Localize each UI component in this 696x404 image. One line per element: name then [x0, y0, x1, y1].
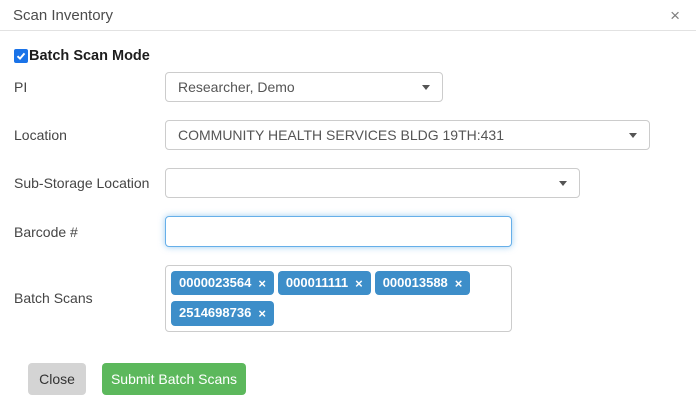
page-title: Scan Inventory	[13, 7, 113, 24]
tag-value: 2514698736	[179, 305, 251, 321]
batch-scan-tag: 000011111 ×	[278, 271, 371, 295]
chevron-down-icon	[422, 85, 430, 90]
remove-tag-icon[interactable]: ×	[258, 277, 266, 290]
sub-storage-label: Sub-Storage Location	[14, 175, 165, 191]
tag-value: 000011111	[286, 275, 348, 291]
submit-batch-scans-button[interactable]: Submit Batch Scans	[102, 363, 246, 395]
barcode-label: Barcode #	[14, 224, 165, 240]
batch-scan-mode-label[interactable]: Batch Scan Mode	[29, 48, 150, 64]
pi-select-value: Researcher, Demo	[178, 79, 295, 95]
batch-scans-row: Batch Scans 0000023564 × 000011111 × 000…	[14, 265, 682, 332]
batch-scan-mode-checkbox[interactable]	[14, 49, 28, 63]
barcode-row: Barcode #	[14, 216, 682, 247]
barcode-input[interactable]	[165, 216, 512, 247]
batch-scan-tag: 0000023564 ×	[171, 271, 274, 295]
chevron-down-icon	[629, 133, 637, 138]
close-icon[interactable]: ×	[670, 7, 680, 24]
dialog-body: Batch Scan Mode PI Researcher, Demo Loca…	[0, 31, 696, 395]
close-button[interactable]: Close	[28, 363, 86, 395]
chevron-down-icon	[559, 181, 567, 186]
sub-storage-select[interactable]	[165, 168, 580, 198]
remove-tag-icon[interactable]: ×	[258, 307, 266, 320]
checkmark-icon	[16, 51, 26, 61]
location-row: Location COMMUNITY HEALTH SERVICES BLDG …	[14, 120, 682, 150]
remove-tag-icon[interactable]: ×	[455, 277, 463, 290]
dialog-footer: Close Submit Batch Scans	[14, 363, 682, 395]
pi-row: PI Researcher, Demo	[14, 72, 682, 102]
pi-label: PI	[14, 79, 165, 95]
pi-select[interactable]: Researcher, Demo	[165, 72, 443, 102]
tag-value: 000013588	[383, 275, 448, 291]
batch-scan-tag: 000013588 ×	[375, 271, 471, 295]
location-label: Location	[14, 127, 165, 143]
batch-scan-mode-row[interactable]: Batch Scan Mode	[14, 47, 682, 65]
batch-scans-label: Batch Scans	[14, 290, 165, 306]
tag-value: 0000023564	[179, 275, 251, 291]
batch-scans-tags-box[interactable]: 0000023564 × 000011111 × 000013588 × 251…	[165, 265, 512, 332]
location-select-value: COMMUNITY HEALTH SERVICES BLDG 19TH:431	[178, 127, 504, 143]
location-select[interactable]: COMMUNITY HEALTH SERVICES BLDG 19TH:431	[165, 120, 650, 150]
sub-storage-row: Sub-Storage Location	[14, 168, 682, 198]
batch-scan-tag: 2514698736 ×	[171, 301, 274, 325]
dialog-header: Scan Inventory ×	[0, 0, 696, 31]
scan-inventory-dialog: Scan Inventory × Batch Scan Mode PI Rese…	[0, 0, 696, 404]
remove-tag-icon[interactable]: ×	[355, 277, 363, 290]
